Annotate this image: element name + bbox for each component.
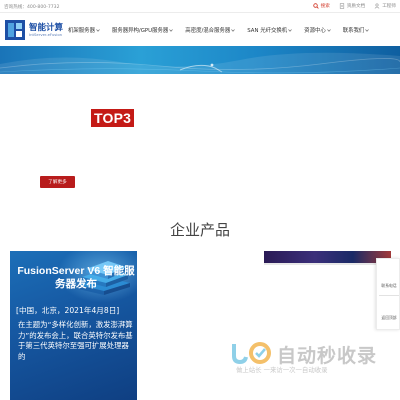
top-links: 搜索 资质文档 工程师 — [312, 3, 396, 9]
side-divider — [379, 295, 399, 296]
watermark-name: 自动秒收录 — [277, 346, 378, 367]
hero-banner-strip — [0, 46, 400, 74]
nav-item-resources[interactable]: 资源中心 — [304, 26, 331, 34]
featured-product-card[interactable]: FusionServer V6 智能服务器发布 [中国，北京，2021年4月8日… — [10, 251, 137, 400]
nav-item-high-density[interactable]: 高密度/混合服务器 — [185, 26, 235, 34]
nav-item-gpu-servers[interactable]: 服务器异构/GPU服务器 — [111, 26, 174, 34]
top-link-engineer-label: 工程师 — [382, 4, 396, 9]
top-utility-bar: 咨询热线：400-800-7732 搜索 资质文档 工程师 — [0, 0, 400, 13]
top-link-documents[interactable]: 资质文档 — [339, 3, 365, 9]
nav-item-contact[interactable]: 联系我们 — [343, 26, 370, 34]
card-title: FusionServer V6 智能服务器发布 — [17, 265, 135, 290]
hotline-text: 咨询热线：400-800-7732 — [4, 5, 60, 10]
watermark-logo-icon — [232, 342, 271, 365]
nav-item-label: 高密度/混合服务器 — [185, 28, 231, 34]
logo-mark-icon — [5, 20, 25, 40]
floating-side-panel: 联系电话 返回顶部 — [376, 258, 400, 330]
side-item-phone[interactable]: 联系电话 — [378, 283, 400, 289]
nav-item-label: 联系我们 — [342, 28, 365, 34]
logo-name-cn: 智能计算 — [29, 21, 64, 32]
top-link-search[interactable]: 搜索 — [312, 3, 330, 9]
side-item-back-to-top[interactable]: 返回顶部 — [378, 315, 400, 321]
nav-item-label: SAN 光纤交换机 — [247, 28, 288, 34]
nav-item-label: 资源中心 — [304, 28, 326, 34]
top-link-search-label: 搜索 — [320, 4, 330, 9]
chevron-down-icon — [365, 28, 370, 32]
section-title-products: 企业产品 — [169, 221, 230, 239]
chevron-down-icon — [288, 28, 292, 32]
learn-more-button[interactable]: 了解更多 — [40, 176, 75, 188]
chevron-down-icon — [327, 28, 331, 32]
user-icon — [374, 3, 380, 9]
logo-name-en: IntServer-eFusion — [29, 32, 63, 38]
chevron-down-icon — [96, 28, 100, 32]
chevron-down-icon — [169, 28, 174, 32]
main-navbar: 智能计算 IntServer-eFusion 机架服务器 服务器异构/GPU服务… — [0, 13, 400, 46]
chevron-down-icon — [231, 28, 235, 32]
top-link-documents-label: 资质文档 — [346, 4, 366, 9]
search-icon — [312, 3, 319, 9]
watermark-overlay: 自动秒收录 做上站长 一来访一次一自动收录 — [228, 338, 388, 378]
top-link-engineer[interactable]: 工程师 — [374, 3, 396, 9]
document-icon — [339, 3, 344, 9]
nav-item-rack-servers[interactable]: 机架服务器 — [68, 26, 100, 34]
nav-item-label: 服务器异构/GPU服务器 — [111, 28, 169, 34]
card-date: [中国，北京，2021年4月8日] — [16, 306, 120, 315]
watermark-slogan: 做上站长 一来访一次一自动收录 — [236, 366, 328, 374]
product-card-2-shadow — [264, 263, 391, 265]
nav-item-san-switch[interactable]: SAN 光纤交换机 — [247, 26, 292, 34]
product-card-2-image[interactable] — [264, 251, 391, 263]
nav-item-label: 机架服务器 — [68, 28, 95, 34]
nav-menu: 机架服务器 服务器异构/GPU服务器 高密度/混合服务器 SAN 光纤交换机 资… — [68, 26, 381, 34]
site-logo[interactable]: 智能计算 IntServer-eFusion — [4, 17, 63, 43]
card-body: 在主题为“多样化创新，激发澎湃算力”的发布会上，联合英特尔发布基于第三代英特尔至… — [18, 320, 133, 361]
top3-badge: TOP3 — [91, 109, 135, 127]
banner-wave-graphic — [0, 52, 400, 74]
